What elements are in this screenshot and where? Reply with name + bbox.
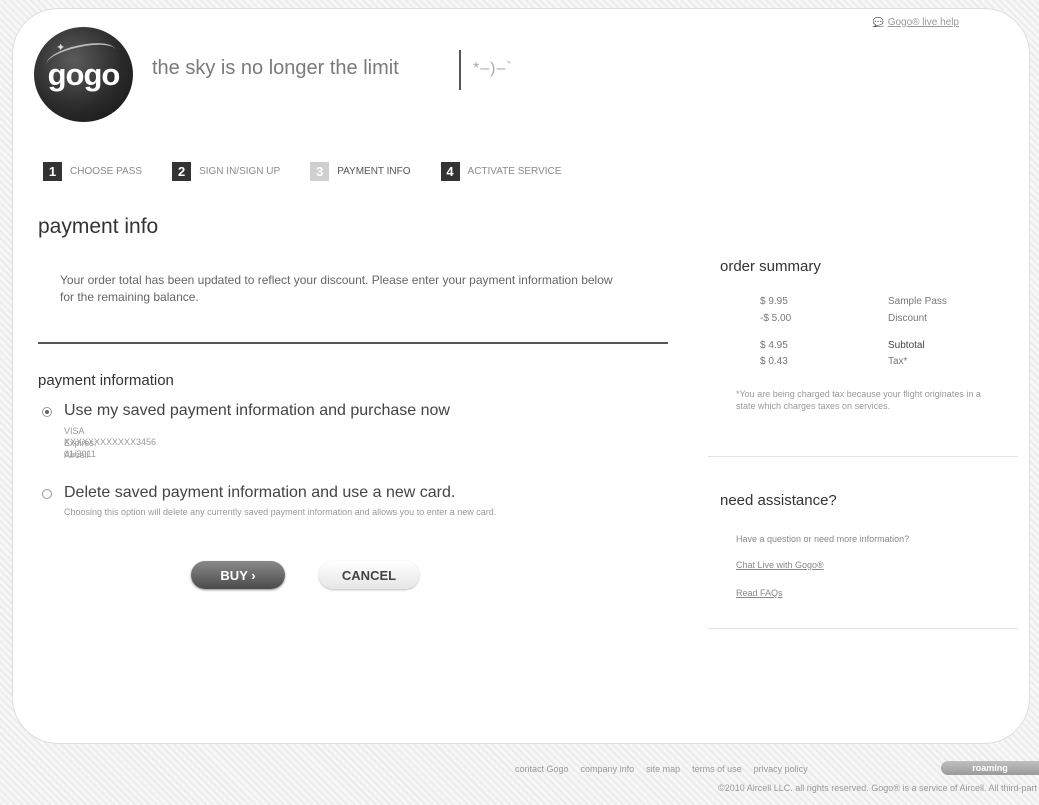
- step-number: 4: [440, 162, 460, 181]
- payment-section-title: payment information: [38, 372, 174, 389]
- read-faqs-link[interactable]: Read FAQs: [736, 588, 783, 598]
- step-label: CHOOSE PASS: [70, 166, 143, 177]
- live-help-label: Gogo® live help: [887, 17, 959, 28]
- step-number: 1: [43, 162, 62, 181]
- buy-button[interactable]: BUY ›: [191, 561, 285, 589]
- step-number: 2: [172, 162, 192, 181]
- saved-payment-label[interactable]: Use my saved payment information and pur…: [64, 402, 450, 420]
- summary-amount: $ 4.95: [760, 340, 788, 351]
- discount-notice: Your order total has been updated to ref…: [38, 258, 668, 344]
- live-help-link[interactable]: 💬 Gogo® live help: [872, 17, 959, 28]
- summary-desc: Discount: [888, 313, 927, 324]
- tagline: the sky is no longer the limit: [152, 57, 399, 79]
- footer-link-company[interactable]: company info: [581, 764, 635, 774]
- step-activate-service: 4 ACTIVATE SERVICE: [440, 162, 562, 181]
- tagline-divider: [459, 50, 461, 90]
- order-summary-title: order summary: [720, 258, 821, 275]
- footer-link-terms[interactable]: terms of use: [692, 764, 742, 774]
- footer-link-privacy[interactable]: privacy policy: [754, 764, 808, 774]
- step-label: SIGN IN/SIGN UP: [199, 166, 281, 177]
- step-choose-pass: 1 CHOOSE PASS: [43, 162, 142, 181]
- step-sign-in: 2 SIGN IN/SIGN UP: [172, 162, 280, 181]
- footer-link-sitemap[interactable]: site map: [646, 764, 680, 774]
- assistance-text: Have a question or need more information…: [736, 534, 910, 544]
- step-label: PAYMENT INFO: [337, 166, 411, 177]
- summary-desc: Subtotal: [888, 340, 925, 351]
- tax-note: *You are being charged tax because your …: [736, 389, 981, 411]
- logo-star-icon: ✦: [56, 42, 65, 54]
- cancel-button[interactable]: CANCEL: [319, 561, 419, 589]
- roaming-button[interactable]: roaming: [941, 761, 1039, 775]
- summary-amount: $ 0.43: [760, 356, 788, 367]
- plane-mark-icon: *–)–`: [473, 60, 513, 77]
- summary-desc: Tax*: [888, 356, 908, 367]
- assistance-title: need assistance?: [720, 492, 837, 509]
- summary-amount: -$ 5.00: [760, 313, 792, 324]
- saved-payment-radio[interactable]: [42, 407, 52, 417]
- new-card-label[interactable]: Delete saved payment information and use…: [64, 484, 455, 502]
- saved-card-name: Aircell: [64, 450, 89, 460]
- footer-link-contact[interactable]: contact Gogo: [515, 764, 569, 774]
- sidebar-divider: [708, 628, 1018, 629]
- summary-desc: Sample Pass: [888, 296, 947, 307]
- page: 💬 Gogo® live help ✦ gogo the sky is no lo…: [0, 0, 1039, 805]
- step-label: ACTIVATE SERVICE: [467, 166, 562, 177]
- sidebar-divider: [708, 456, 1018, 457]
- progress-steps: 1 CHOOSE PASS 2 SIGN IN/SIGN UP 3 PAYMEN…: [43, 162, 591, 181]
- gogo-logo[interactable]: ✦ gogo: [34, 27, 133, 122]
- new-card-radio[interactable]: [42, 489, 52, 499]
- chat-live-link[interactable]: Chat Live with Gogo®: [736, 560, 824, 570]
- copyright: ©2010 Aircell LLC. all rights reserved. …: [718, 783, 1037, 793]
- notice-text: Your order total has been updated to ref…: [60, 273, 613, 304]
- footer-links: contact Gogo company info site map terms…: [515, 764, 820, 774]
- summary-amount: $ 9.95: [760, 296, 788, 307]
- chat-bubble-icon: 💬: [872, 17, 884, 27]
- step-number: 3: [310, 162, 330, 181]
- step-payment-info: 3 PAYMENT INFO: [310, 162, 411, 181]
- new-card-description: Choosing this option will delete any cur…: [64, 507, 497, 517]
- page-title: payment info: [38, 215, 159, 238]
